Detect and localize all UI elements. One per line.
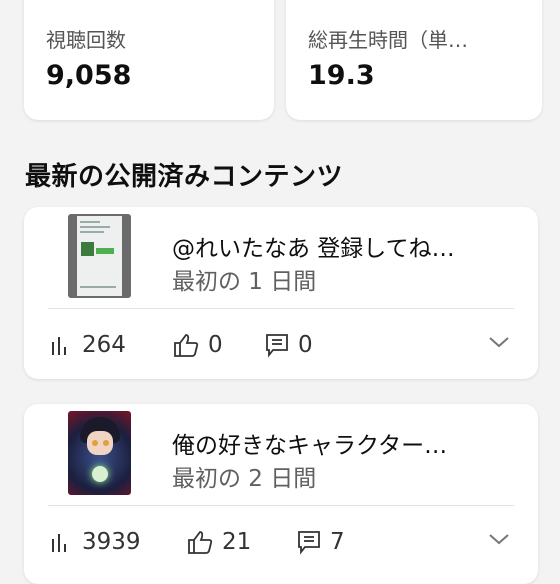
video-thumbnail[interactable] — [68, 214, 131, 298]
chevron-down-icon[interactable] — [488, 335, 510, 349]
video-title[interactable]: @れいたなあ 登録してね… — [172, 229, 518, 263]
section-title: 最新の公開済みコンテンツ — [25, 162, 344, 192]
video-period: 最初の 2 日間 — [172, 466, 317, 492]
video-period: 最初の 1 日間 — [172, 269, 317, 295]
comments-metric: 7 — [296, 527, 345, 557]
likes-count: 21 — [222, 529, 252, 555]
bar-chart-icon — [52, 534, 66, 552]
watch-time-stat-card[interactable]: 総再生時間（単… 19.3 — [286, 0, 542, 120]
views-count: 264 — [82, 332, 126, 358]
likes-count: 0 — [208, 332, 223, 358]
divider — [48, 505, 514, 506]
content-card[interactable]: @れいたなあ 登録してね… 最初の 1 日間 264 0 0 — [24, 207, 538, 379]
comment-icon — [298, 531, 320, 555]
views-label: 視聴回数 — [46, 28, 126, 52]
chevron-down-icon[interactable] — [488, 532, 510, 546]
comments-metric: 0 — [264, 330, 313, 360]
comments-count: 0 — [298, 332, 313, 358]
watch-time-label: 総再生時間（単… — [308, 28, 468, 52]
comment-icon — [266, 334, 288, 358]
video-title[interactable]: 俺の好きなキャラクター… — [172, 426, 518, 460]
views-metric: 264 — [48, 330, 126, 360]
video-thumbnail[interactable] — [68, 411, 131, 495]
content-card[interactable]: 俺の好きなキャラクター… 最初の 2 日間 3939 21 7 — [24, 404, 538, 584]
views-stat-card[interactable]: 視聴回数 9,058 — [24, 0, 274, 120]
comments-count: 7 — [330, 529, 345, 555]
views-value: 9,058 — [46, 60, 132, 91]
thumb-up-icon — [174, 334, 199, 357]
bar-chart-icon — [52, 337, 66, 355]
views-metric: 3939 — [48, 527, 141, 557]
likes-metric: 21 — [186, 527, 251, 557]
divider — [48, 308, 514, 309]
thumb-up-icon — [188, 531, 213, 554]
views-count: 3939 — [82, 529, 141, 555]
watch-time-value: 19.3 — [308, 60, 375, 91]
likes-metric: 0 — [172, 330, 223, 360]
